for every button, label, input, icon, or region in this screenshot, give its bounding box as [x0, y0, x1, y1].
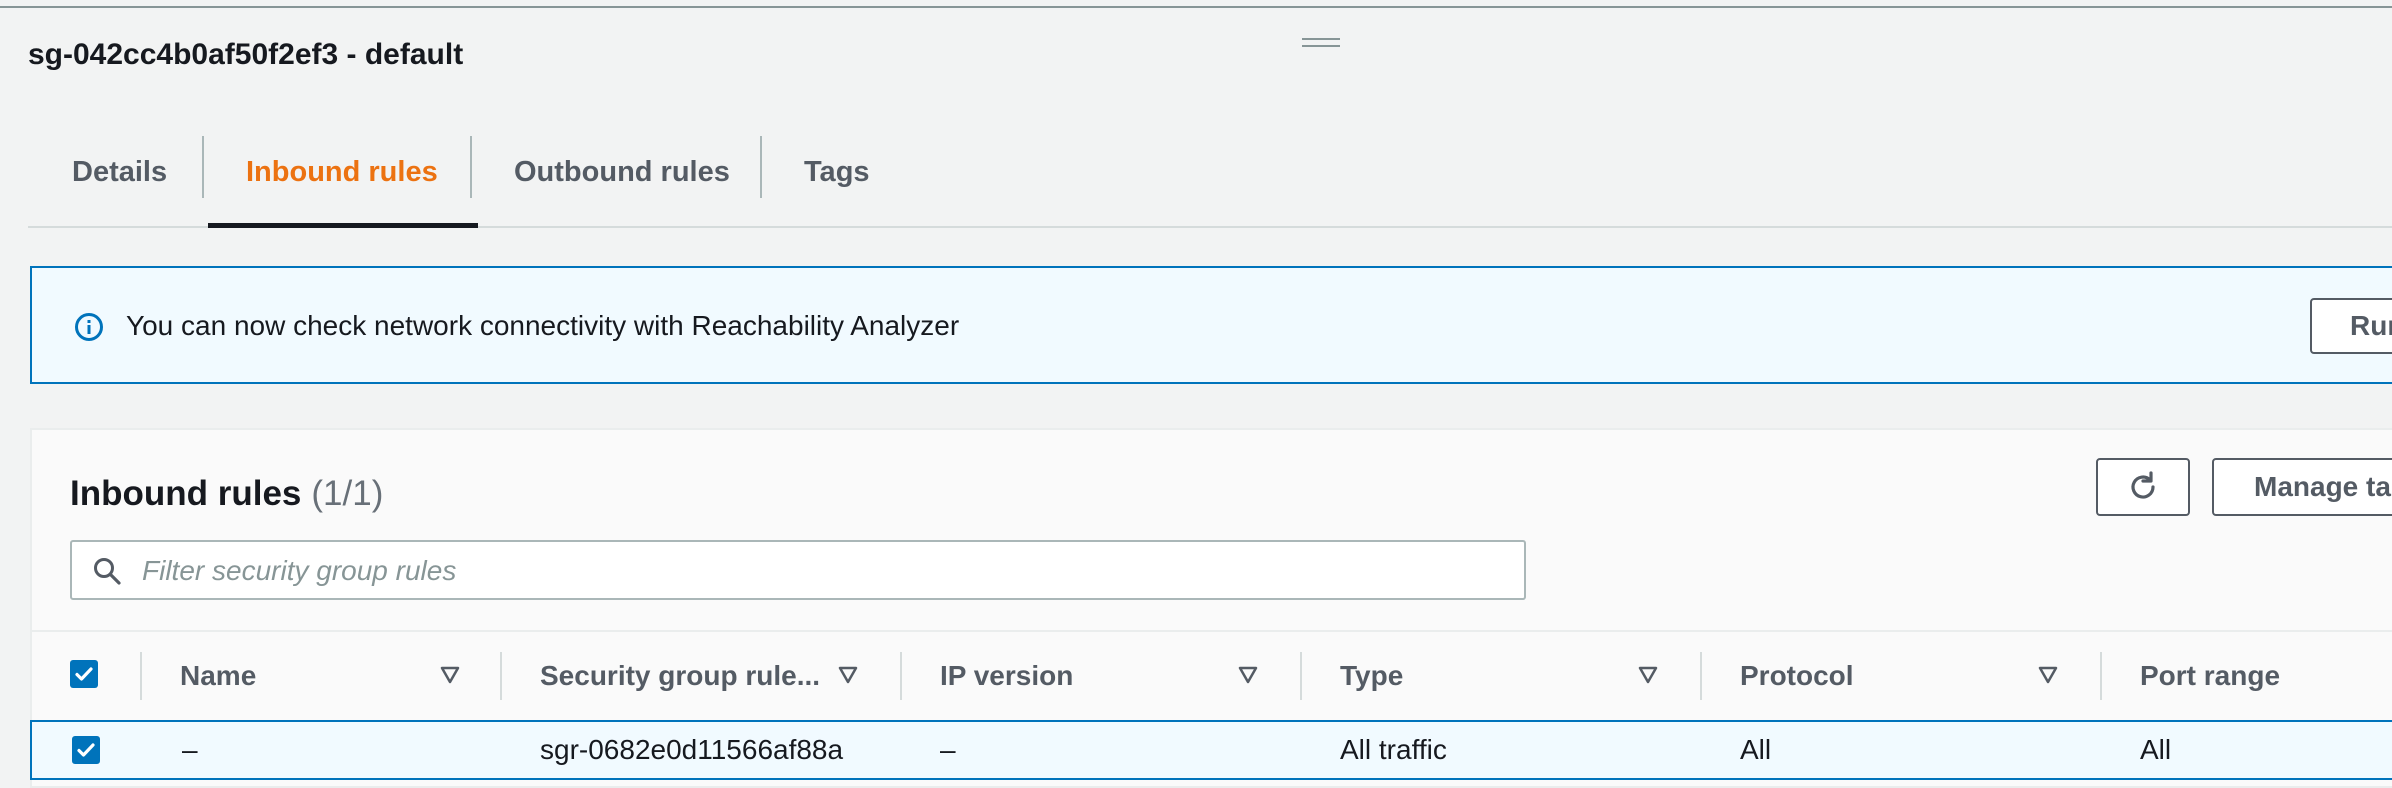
table-row[interactable]: – sgr-0682e0d11566af88a – All traffic Al… [30, 720, 2392, 780]
cell-protocol: All [1740, 734, 1772, 765]
manage-tags-button[interactable]: Manage tags [2212, 458, 2392, 516]
checkmark-icon [77, 743, 95, 757]
tab-tags[interactable]: Tags [804, 118, 870, 226]
tab-outbound-rules[interactable]: Outbound rules [514, 118, 730, 226]
checkmark-icon [75, 667, 93, 681]
tab-details[interactable]: Details [72, 118, 167, 226]
search-icon [94, 558, 121, 585]
column-divider [1300, 652, 1302, 700]
cell-port-range: All [2140, 734, 2172, 765]
sort-down-icon[interactable] [1238, 666, 1258, 684]
select-all-checkbox[interactable] [70, 660, 98, 688]
sort-down-icon[interactable] [440, 666, 460, 684]
column-divider [500, 652, 502, 700]
refresh-icon [2131, 471, 2155, 499]
window-top-border [0, 0, 2392, 8]
panel-title: Inbound rules (1/1) [70, 468, 383, 520]
column-header-port-range[interactable]: Port range [2140, 632, 2280, 720]
cell-name: – [182, 734, 198, 765]
column-header-ip-version[interactable]: IP version [940, 632, 1073, 720]
info-icon [75, 313, 103, 341]
sort-down-icon[interactable] [2038, 666, 2058, 684]
tab-divider [760, 136, 762, 198]
alert-message: You can now check network connectivity w… [126, 310, 960, 341]
run-reachability-analyzer-button[interactable]: Run [2310, 298, 2392, 354]
refresh-button[interactable] [2096, 458, 2190, 516]
sort-down-icon[interactable] [838, 666, 858, 684]
tab-divider [202, 136, 204, 198]
rules-count: (1/1) [311, 474, 384, 513]
tab-bar: Details Inbound rules Outbound rules Tag… [28, 118, 2392, 228]
row-checkbox[interactable] [72, 736, 100, 764]
column-header-type[interactable]: Type [1340, 632, 1403, 720]
drag-handle-icon[interactable] [1302, 38, 1340, 50]
info-alert: You can now check network connectivity w… [30, 266, 2392, 384]
column-divider [900, 652, 902, 700]
cell-ip-version: – [940, 734, 956, 765]
column-divider [1700, 652, 1702, 700]
cell-type: All traffic [1340, 734, 1447, 765]
filter-rules-input[interactable] [140, 548, 1504, 594]
column-header-name[interactable]: Name [180, 632, 256, 720]
tab-inbound-rules[interactable]: Inbound rules [208, 118, 478, 228]
table-header-row: Name Security group rule... IP version T… [32, 630, 2392, 720]
security-group-title: sg-042cc4b0af50f2ef3 - default [28, 38, 464, 71]
column-header-protocol[interactable]: Protocol [1740, 632, 1854, 720]
search-box [70, 540, 1526, 600]
sort-down-icon[interactable] [1638, 666, 1658, 684]
tab-divider [470, 136, 472, 198]
cell-security-group-rule-id[interactable]: sgr-0682e0d11566af88a [540, 722, 843, 778]
inbound-rules-panel: Inbound rules(1/1) Manage tags Name Secu… [30, 428, 2392, 788]
column-divider [2100, 652, 2102, 700]
panel-title-text: Inbound rules [70, 474, 302, 513]
column-header-security-group-rule-id[interactable]: Security group rule... [540, 632, 820, 720]
column-divider [140, 652, 142, 700]
